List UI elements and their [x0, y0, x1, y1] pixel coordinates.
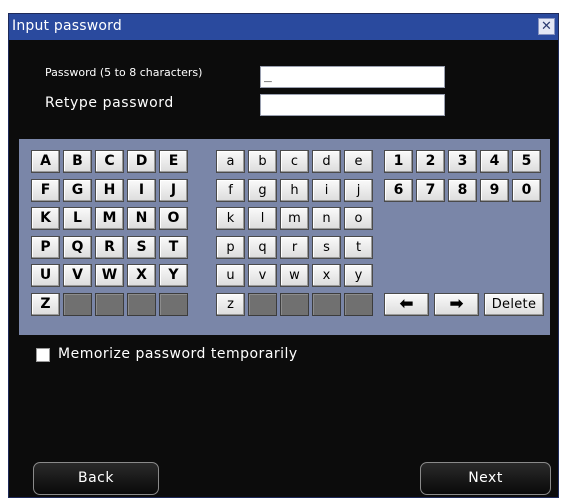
retype-password-label: Retype password	[45, 95, 174, 111]
digit-key-4[interactable]: 4	[480, 150, 509, 173]
uppercase-key-B[interactable]: B	[63, 150, 92, 173]
empty-key	[312, 293, 341, 316]
lowercase-key-h[interactable]: h	[280, 179, 309, 202]
empty-key	[159, 293, 188, 316]
uppercase-key-Y[interactable]: Y	[159, 264, 188, 287]
keypad-panel: ABCDE FGHIJ KLMNO PQRST UVWXY Zabcde fghij klmn…	[19, 139, 550, 335]
lowercase-key-a[interactable]: a	[216, 150, 245, 173]
uppercase-key-A[interactable]: A	[31, 150, 60, 173]
uppercase-key-D[interactable]: D	[127, 150, 156, 173]
uppercase-key-X[interactable]: X	[127, 264, 156, 287]
digit-key-5[interactable]: 5	[512, 150, 541, 173]
title-bar: Input password ✕	[9, 14, 558, 40]
lowercase-key-z[interactable]: z	[216, 293, 245, 316]
close-button[interactable]: ✕	[538, 18, 555, 35]
memorize-password-label: Memorize password temporarily	[58, 346, 298, 362]
lowercase-key-q[interactable]: q	[248, 236, 277, 259]
uppercase-key-V[interactable]: V	[63, 264, 92, 287]
uppercase-key-C[interactable]: C	[95, 150, 124, 173]
uppercase-key-J[interactable]: J	[159, 179, 188, 202]
uppercase-key-Q[interactable]: Q	[63, 236, 92, 259]
lowercase-key-d[interactable]: d	[312, 150, 341, 173]
empty-key	[248, 293, 277, 316]
delete-key[interactable]: Delete	[484, 293, 544, 316]
uppercase-key-H[interactable]: H	[95, 179, 124, 202]
input-password-dialog: Input password ✕ Password (5 to 8 charac…	[8, 13, 559, 498]
uppercase-key-I[interactable]: I	[127, 179, 156, 202]
next-button[interactable]: Next	[420, 462, 551, 495]
lowercase-key-e[interactable]: e	[344, 150, 373, 173]
uppercase-key-U[interactable]: U	[31, 264, 60, 287]
lowercase-key-g[interactable]: g	[248, 179, 277, 202]
lowercase-key-s[interactable]: s	[312, 236, 341, 259]
uppercase-key-P[interactable]: P	[31, 236, 60, 259]
uppercase-key-S[interactable]: S	[127, 236, 156, 259]
password-field[interactable]: _	[260, 66, 445, 88]
lowercase-key-v[interactable]: v	[248, 264, 277, 287]
lowercase-key-i[interactable]: i	[312, 179, 341, 202]
digit-key-6[interactable]: 6	[384, 179, 413, 202]
right-arrow-key[interactable]: ➡	[434, 293, 479, 316]
empty-key	[344, 293, 373, 316]
empty-key	[280, 293, 309, 316]
uppercase-key-O[interactable]: O	[159, 207, 188, 230]
lowercase-key-o[interactable]: o	[344, 207, 373, 230]
digit-key-8[interactable]: 8	[448, 179, 477, 202]
uppercase-key-F[interactable]: F	[31, 179, 60, 202]
lowercase-key-j[interactable]: j	[344, 179, 373, 202]
lowercase-key-t[interactable]: t	[344, 236, 373, 259]
digit-key-1[interactable]: 1	[384, 150, 413, 173]
empty-key	[95, 293, 124, 316]
lowercase-key-p[interactable]: p	[216, 236, 245, 259]
back-button[interactable]: Back	[33, 462, 159, 495]
lowercase-key-c[interactable]: c	[280, 150, 309, 173]
uppercase-key-K[interactable]: K	[31, 207, 60, 230]
uppercase-key-G[interactable]: G	[63, 179, 92, 202]
lowercase-key-k[interactable]: k	[216, 207, 245, 230]
uppercase-key-M[interactable]: M	[95, 207, 124, 230]
retype-password-field[interactable]	[260, 94, 445, 116]
lowercase-key-w[interactable]: w	[280, 264, 309, 287]
digit-key-3[interactable]: 3	[448, 150, 477, 173]
lowercase-key-u[interactable]: u	[216, 264, 245, 287]
password-label: Password (5 to 8 characters)	[45, 66, 203, 79]
lowercase-key-y[interactable]: y	[344, 264, 373, 287]
digit-key-2[interactable]: 2	[416, 150, 445, 173]
dialog-title: Input password	[12, 18, 122, 34]
left-arrow-key[interactable]: ⬅	[384, 293, 429, 316]
uppercase-key-W[interactable]: W	[95, 264, 124, 287]
uppercase-key-E[interactable]: E	[159, 150, 188, 173]
uppercase-key-Z[interactable]: Z	[31, 293, 60, 316]
lowercase-key-f[interactable]: f	[216, 179, 245, 202]
lowercase-key-b[interactable]: b	[248, 150, 277, 173]
memorize-password-checkbox[interactable]	[36, 348, 50, 362]
uppercase-key-L[interactable]: L	[63, 207, 92, 230]
lowercase-key-n[interactable]: n	[312, 207, 341, 230]
uppercase-key-T[interactable]: T	[159, 236, 188, 259]
lowercase-key-x[interactable]: x	[312, 264, 341, 287]
digit-key-9[interactable]: 9	[480, 179, 509, 202]
digit-key-7[interactable]: 7	[416, 179, 445, 202]
lowercase-key-l[interactable]: l	[248, 207, 277, 230]
uppercase-key-R[interactable]: R	[95, 236, 124, 259]
lowercase-key-m[interactable]: m	[280, 207, 309, 230]
close-icon: ✕	[541, 19, 552, 34]
empty-key	[127, 293, 156, 316]
uppercase-key-N[interactable]: N	[127, 207, 156, 230]
lowercase-key-r[interactable]: r	[280, 236, 309, 259]
empty-key	[63, 293, 92, 316]
digit-key-0[interactable]: 0	[512, 179, 541, 202]
